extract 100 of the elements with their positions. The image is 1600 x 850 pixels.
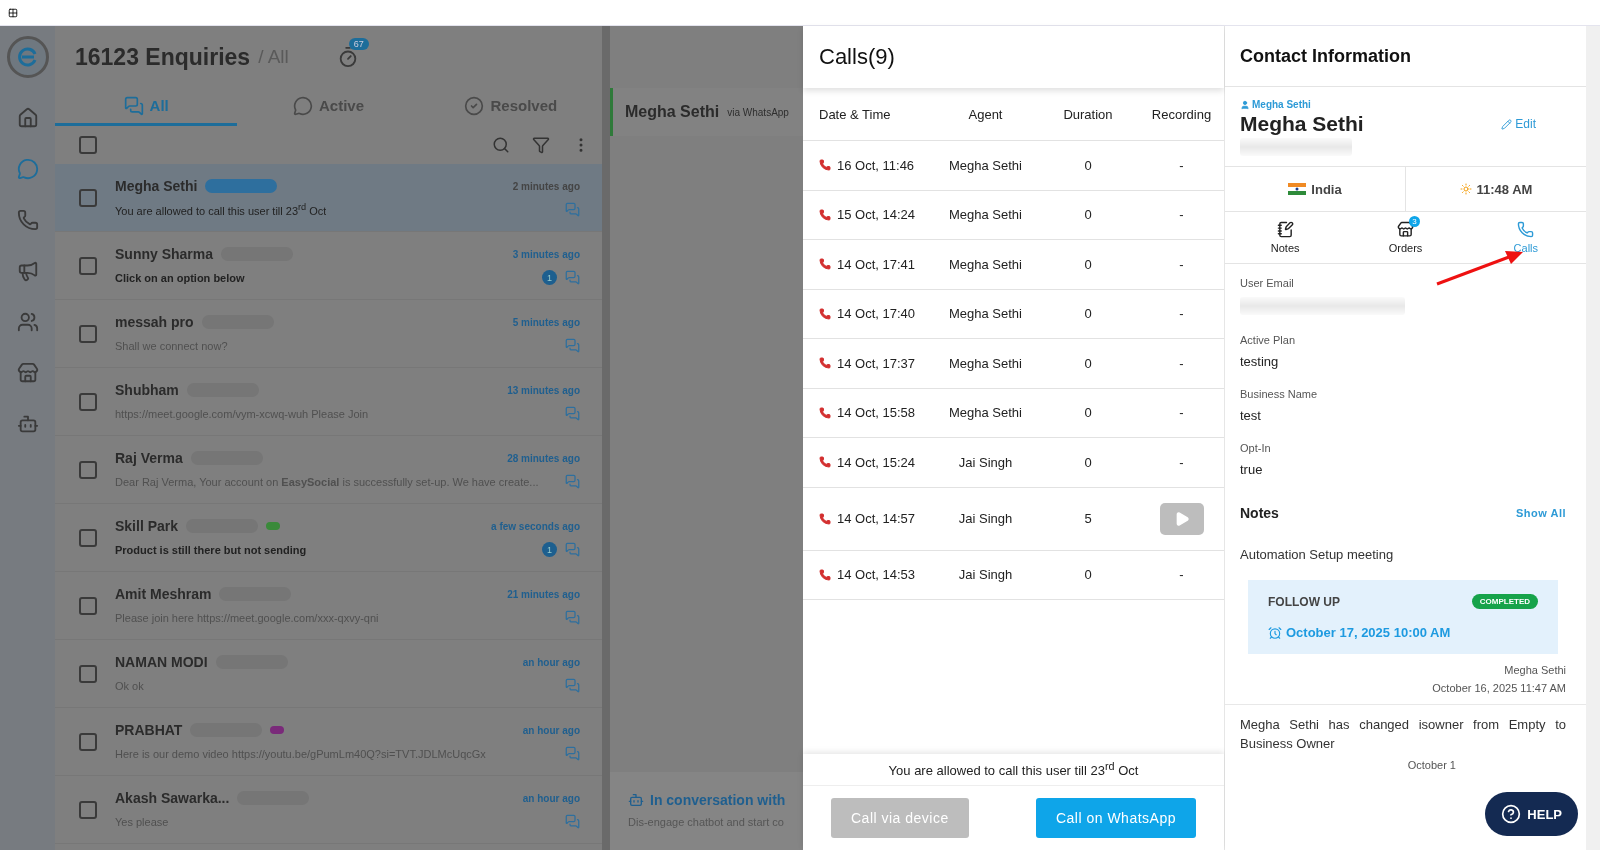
chat-bubbles-icon [123, 95, 144, 116]
time-label: an hour ago [522, 656, 580, 668]
banner-title: In conversation with [650, 792, 786, 808]
table-cell-text: 0 [1083, 157, 1093, 173]
table-cell: 14 Oct, 15:24 [837, 454, 916, 470]
table-cell: 14 Oct, 17:37 [837, 355, 916, 371]
table-cell-text: - [1178, 567, 1185, 583]
table-cell: 15 Oct, 14:24 [837, 207, 916, 223]
field-value: test [1240, 408, 1262, 423]
checkbox[interactable] [79, 256, 97, 275]
checkbox[interactable] [79, 732, 97, 751]
owner-label: Megha Sethi [1252, 99, 1311, 110]
note-text: Automation Setup meeting [1240, 546, 1395, 564]
time-label: 21 minutes ago [507, 588, 580, 600]
table-cell: 14 Oct, 15:58 [837, 405, 916, 421]
table-cell-text: - [1178, 454, 1185, 470]
conversation-row[interactable]: Skill Park a few seconds ago Product is still there but not sending 1 [55, 504, 602, 572]
phone-icon[interactable] [16, 209, 39, 231]
note-author: Megha Sethi [1503, 664, 1566, 676]
contact-name: Sunny Sharma [115, 246, 214, 262]
table-cell-text: 0 [1083, 454, 1093, 470]
chat-icon [565, 338, 580, 353]
users-icon[interactable] [16, 311, 39, 333]
tab[interactable]: Calls [1465, 212, 1586, 263]
chat-icon [565, 542, 580, 557]
phone-icon [1517, 221, 1535, 238]
column-header: Duration [1062, 106, 1114, 122]
checkbox[interactable] [79, 136, 97, 154]
time-label: 5 minutes ago [512, 316, 580, 328]
table-cell-text: 0 [1083, 306, 1093, 322]
column-header: Date & Time [818, 106, 892, 122]
chat-icon [565, 474, 580, 489]
note-date: October 16, 2025 11:47 AM [1431, 682, 1566, 694]
store-icon [1397, 221, 1414, 238]
flag-icon [1288, 183, 1307, 195]
checkbox[interactable] [79, 392, 97, 411]
contact-name: NAMAN MODI [115, 654, 208, 670]
store-icon[interactable] [16, 362, 39, 384]
table-cell-text: Megha Sethi [948, 405, 1023, 421]
phone-icon [819, 258, 831, 271]
column-header: Agent [967, 106, 1004, 122]
table-cell-text: 0 [1083, 567, 1093, 583]
help-button[interactable]: HELP [1485, 792, 1578, 836]
table-cell: 14 Oct, 14:53 [837, 567, 916, 583]
contact-name: Akash Sawarka... [115, 790, 230, 806]
field-label: User Email [1240, 277, 1295, 289]
column-header: Recording [1150, 106, 1213, 122]
table-cell-text: - [1178, 256, 1185, 272]
checkbox[interactable] [79, 188, 97, 207]
page-title: 16123 Enquiries [75, 43, 251, 71]
contact-name: Raj Verma [115, 450, 183, 466]
conversation-row[interactable]: Sunny Sharma 3 minutes ago Click on an option below 1 [55, 232, 602, 300]
phone-icon [819, 208, 831, 221]
conversation-row[interactable]: Megha Sethi 2 minutes ago You are allowed to call this user till 23$^{rd}$ Oct [55, 164, 602, 232]
table-cell-text: Megha Sethi [948, 306, 1023, 322]
search-icon[interactable] [492, 136, 510, 154]
phone-icon [819, 406, 831, 419]
checkbox[interactable] [79, 460, 97, 479]
phone-icon [819, 159, 831, 172]
logo-icon [6, 36, 49, 78]
table-cell-text: Jai Singh [957, 567, 1014, 583]
field-value: true [1240, 462, 1264, 477]
channel-label: via WhatsApp [727, 106, 789, 118]
checkbox[interactable] [79, 528, 97, 547]
pencil-icon [1501, 118, 1513, 130]
checkbox[interactable] [79, 324, 97, 343]
table-cell: 16 Oct, 11:46 [837, 157, 915, 173]
tab[interactable]: 3 Orders [1345, 212, 1466, 263]
checkbox[interactable] [79, 664, 97, 683]
contact-name: Shubham [115, 382, 179, 398]
table-cell: 14 Oct, 14:57 [837, 511, 916, 526]
follow-up-date: October 17, 2025 10:00 AM [1268, 625, 1538, 640]
megaphone-icon[interactable] [16, 260, 39, 282]
checkbox[interactable] [79, 800, 97, 819]
checkbox[interactable] [79, 596, 97, 615]
field-value: testing [1240, 354, 1280, 369]
contact-name: Megha Sethi [1240, 112, 1364, 136]
follow-up-title: FOLLOW UP [1268, 594, 1340, 609]
contact-name: Skill Park [115, 518, 179, 534]
call-whatsapp-button[interactable]: Call on WhatsApp [1035, 798, 1196, 838]
phone-icon [819, 568, 831, 581]
phone-icon [819, 456, 831, 469]
table-cell-text: 0 [1083, 207, 1093, 223]
chat-icon [565, 610, 580, 625]
filter-icon[interactable] [532, 136, 550, 154]
note-date: October 1 [1406, 759, 1457, 771]
table-cell-text: - [1178, 306, 1185, 322]
table-cell-text: - [1178, 207, 1185, 223]
tab[interactable]: Notes [1225, 212, 1346, 263]
edit-link[interactable]: Edit [1501, 117, 1536, 131]
home-icon[interactable] [16, 107, 39, 129]
table-cell-text: 0 [1083, 355, 1093, 371]
robot-icon [628, 792, 644, 808]
message-preview: You are allowed to call this user till 23$^{rd}$ Oct [115, 202, 327, 217]
count-badge: 67 [348, 38, 369, 50]
play-button[interactable] [1159, 502, 1204, 535]
table-cell-text: 0 [1083, 405, 1093, 421]
country-label: India [1225, 167, 1405, 211]
note-text: Megha Sethi has changed isowner from Empty to Business Owner [1240, 716, 1566, 753]
show-all-link[interactable]: Show All [1515, 507, 1566, 519]
